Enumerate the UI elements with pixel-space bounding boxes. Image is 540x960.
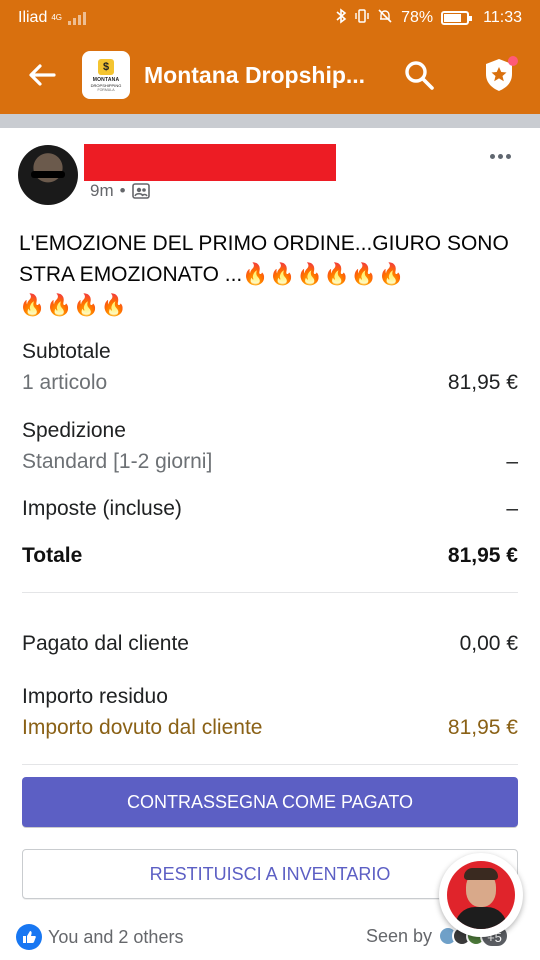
paid-value: 0,00 €: [459, 632, 518, 655]
due-row: Importo dovuto dal cliente 81,95 €: [22, 716, 518, 740]
group-members-icon: [131, 183, 150, 199]
subtotal-value: 81,95 €: [447, 371, 518, 394]
search-icon: [405, 61, 434, 90]
taxes-label: Imposte (incluse): [22, 497, 182, 520]
post-options-button[interactable]: [484, 144, 516, 168]
group-logo[interactable]: $ MONTANA DROPSHIPPING FORMULA: [82, 51, 130, 99]
admin-badge-button[interactable]: [472, 48, 526, 102]
clock: 11:33: [483, 9, 522, 26]
signal-icon: [68, 11, 87, 25]
chat-head-bubble[interactable]: [439, 853, 523, 937]
vibrate-icon: [355, 8, 369, 29]
avatar-glasses: [31, 171, 65, 178]
total-label: Totale: [22, 544, 83, 567]
like-icon: [16, 924, 42, 950]
shipping-label: Spedizione: [22, 419, 126, 442]
bluetooth-icon: [335, 7, 347, 29]
logo-mark: $: [98, 58, 114, 75]
seen-by-label: Seen by: [366, 925, 433, 946]
notification-dot: [508, 56, 518, 66]
reactions-summary[interactable]: You and 2 others: [16, 924, 183, 950]
fire-emojis-next: 🔥🔥🔥🔥: [19, 294, 128, 317]
subtotal-items-row: 1 articolo 81,95 €: [22, 371, 518, 395]
balance-row: Importo residuo: [22, 685, 518, 709]
subtotal-items: 1 articolo: [22, 371, 108, 394]
mark-as-paid-button[interactable]: CONTRASSEGNA COME PAGATO: [22, 777, 518, 827]
reactions-text: You and 2 others: [48, 926, 184, 947]
group-title[interactable]: Montana Dropship...: [144, 62, 384, 89]
meta-separator: •: [119, 181, 126, 200]
taxes-row: Imposte (incluse) –: [22, 497, 518, 521]
subtotal-label: Subtotale: [22, 340, 111, 363]
shipping-row: Spedizione: [22, 419, 518, 443]
balance-label: Importo residuo: [22, 685, 168, 708]
paid-row: Pagato dal cliente 0,00 €: [22, 632, 518, 656]
total-value: 81,95 €: [447, 544, 518, 567]
search-button[interactable]: [392, 48, 446, 102]
status-bar: Iliad 4G 78% 11:33: [0, 0, 540, 36]
due-label: Importo dovuto dal cliente: [22, 716, 263, 739]
network-type: 4G: [51, 13, 63, 22]
battery-icon: [441, 11, 473, 25]
app-bar: $ MONTANA DROPSHIPPING FORMULA Montana D…: [0, 36, 540, 114]
avatar-hair: [464, 868, 498, 880]
balance-divider: [22, 764, 518, 765]
status-left: Iliad 4G: [18, 9, 87, 27]
carrier-name: Iliad: [18, 9, 48, 26]
taxes-value: –: [506, 497, 518, 520]
shipping-value: –: [506, 450, 518, 473]
subtotal-row: Subtotale: [22, 340, 518, 364]
arrow-left-icon: [29, 64, 56, 86]
back-button[interactable]: [14, 47, 70, 103]
shipping-method-row: Standard [1-2 giorni] –: [22, 450, 518, 474]
paid-label: Pagato dal cliente: [22, 632, 189, 655]
mute-icon: [377, 8, 393, 29]
chat-head-avatar: [447, 861, 515, 929]
battery-percent: 78%: [401, 9, 434, 26]
section-divider: [0, 114, 540, 128]
post-time[interactable]: 9m: [90, 181, 114, 201]
post-text: L'EMOZIONE DEL PRIMO ORDINE...GIURO SONO…: [19, 228, 519, 321]
battery-fill: [444, 14, 462, 22]
status-right: 78% 11:33: [335, 7, 522, 29]
fire-emojis-inline: 🔥🔥🔥🔥🔥🔥: [242, 263, 406, 286]
due-value: 81,95 €: [447, 716, 518, 739]
summary-divider: [22, 592, 518, 593]
post-meta: 9m •: [90, 181, 150, 201]
author-avatar[interactable]: [18, 145, 78, 205]
total-row: Totale 81,95 €: [22, 544, 518, 568]
logo-text-3: FORMULA: [97, 87, 115, 92]
shipping-method: Standard [1-2 giorni]: [22, 450, 213, 473]
avatar-body: [455, 907, 507, 929]
author-name-redacted: [84, 144, 336, 181]
